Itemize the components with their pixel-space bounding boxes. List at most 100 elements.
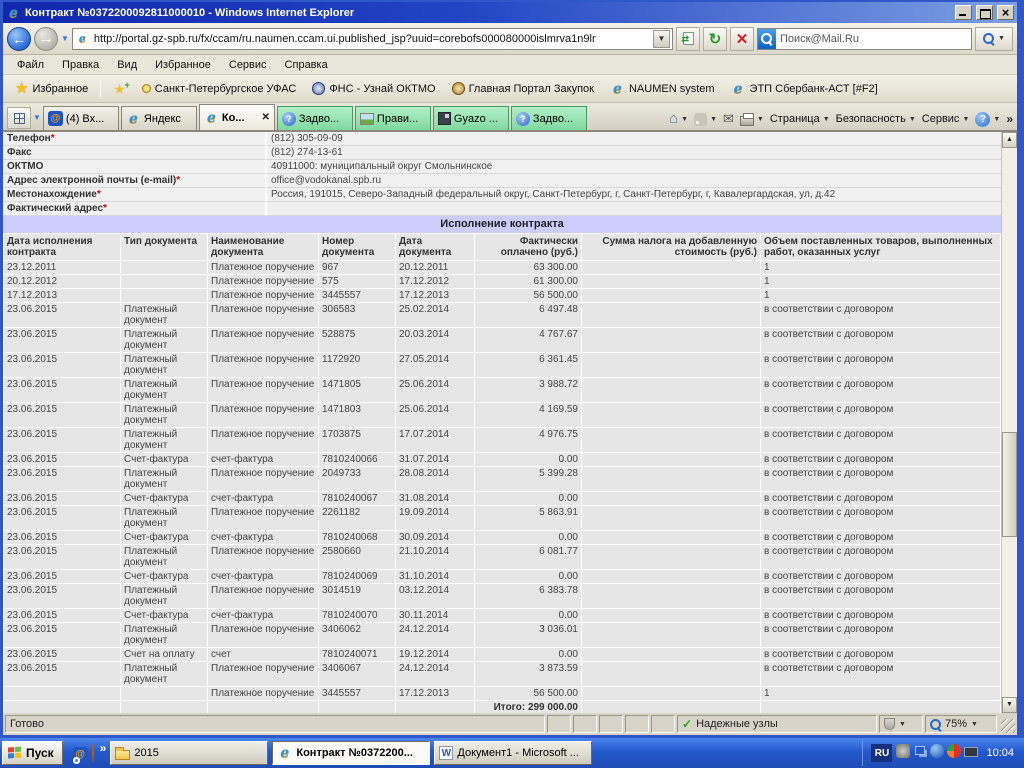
tab[interactable]: e Ко... ✕: [198, 104, 275, 130]
toolbar-overflow-chevron[interactable]: »: [1006, 112, 1013, 126]
tab[interactable]: ? Задво...: [510, 106, 587, 130]
quick-tabs-button[interactable]: [7, 107, 31, 129]
table-cell: 23.06.2015: [4, 428, 120, 452]
safety-menu-button[interactable]: Безопасность ▼: [836, 113, 916, 125]
tab-label: Gyazo ...: [453, 112, 498, 125]
star-icon: ★: [15, 79, 29, 97]
tab-close-icon[interactable]: ✕: [262, 112, 270, 123]
favorites-link[interactable]: e ЭТП Сбербанк-АСТ [#F2]: [727, 79, 882, 98]
tab-bar: ▼ @ (4) Вх... e Яндекс e Ко... ✕? Задво... Прави…: [3, 103, 1017, 131]
form-row: Местонахождение* Россия, 191015, Северо-З…: [3, 188, 1001, 202]
favorites-link[interactable]: Главная Портал Закупок: [448, 80, 598, 97]
favorites-link[interactable]: Санкт-Петербургское УФАС: [138, 81, 301, 97]
favorites-button[interactable]: ★ Избранное: [9, 80, 94, 98]
table-cell: в соответствии с договором: [761, 378, 1000, 402]
minimize-button[interactable]: [955, 5, 972, 20]
scroll-up-button[interactable]: ▲: [1002, 132, 1017, 148]
table-cell: 6 497.48: [475, 303, 581, 327]
safety-menu-label: Безопасность: [835, 113, 906, 125]
resize-grip[interactable]: [1001, 719, 1015, 733]
tab[interactable]: ? Задво...: [276, 106, 353, 130]
tab-list-dropdown[interactable]: ▼: [33, 113, 41, 122]
page-menu-label: Страница: [769, 113, 820, 125]
page-menu-button[interactable]: Страница ▼: [770, 113, 830, 125]
tools-menu-button[interactable]: Сервис ▼: [922, 113, 970, 125]
browser-viewport: Телефон* (812) 305-09-09 Факс (812) 274-13-…: [3, 131, 1017, 713]
vertical-scrollbar[interactable]: ▲ ▼: [1001, 132, 1017, 713]
table-cell: 23.06.2015: [4, 453, 120, 466]
recent-pages-dropdown[interactable]: ▼: [61, 34, 69, 43]
compatibility-button[interactable]: [676, 26, 700, 51]
question-icon: ?: [281, 111, 296, 126]
menu-item[interactable]: Правка: [54, 57, 107, 73]
read-mail-button[interactable]: ✉: [723, 111, 734, 127]
language-indicator[interactable]: RU: [871, 744, 893, 762]
tab-label: Задво...: [298, 112, 340, 125]
search-input[interactable]: Поиск@Mail.Ru: [757, 27, 972, 50]
favorites-link-label: ФНС - Узнай ОКТМО: [329, 82, 436, 95]
quick-launch-firefox-icon[interactable]: [91, 743, 94, 762]
print-button[interactable]: ▼: [739, 112, 764, 126]
column-header: Номер документа: [319, 234, 395, 260]
menu-item[interactable]: Файл: [9, 57, 52, 73]
favorites-link[interactable]: e NAUMEN system: [606, 79, 719, 98]
search-button[interactable]: ▼: [975, 26, 1013, 51]
quick-tabs-icon: [13, 112, 25, 124]
add-favorite-button[interactable]: ★: [107, 78, 132, 98]
scrollbar-thumb[interactable]: [1002, 432, 1017, 537]
back-button[interactable]: ←: [7, 26, 31, 51]
home-button[interactable]: ⌂ ▼: [669, 111, 688, 126]
help-button[interactable]: ? ▼: [975, 111, 1000, 127]
favorites-link-label: ЭТП Сбербанк-АСТ [#F2]: [749, 82, 878, 95]
mailru-icon: @: [47, 111, 63, 126]
stop-button[interactable]: ✕: [730, 26, 754, 51]
table-cell: Платежное поручение: [208, 506, 318, 530]
tab[interactable]: @ (4) Вх...: [42, 106, 119, 130]
table-row: 23.06.2015 Платежный документ Платежное по…: [4, 403, 1000, 427]
maximize-button[interactable]: [976, 5, 993, 20]
quick-launch-overflow-chevron[interactable]: »: [100, 741, 107, 755]
table-cell: 967: [319, 261, 395, 274]
table-cell: Счет-фактура: [121, 453, 207, 466]
folder-icon: [115, 746, 131, 760]
browser-window: e Контракт №0372200092811000010 - Window…: [0, 0, 1024, 738]
menu-item[interactable]: Сервис: [221, 57, 275, 73]
compatibility-icon: [682, 32, 694, 45]
tray-antivirus-icon[interactable]: [947, 743, 962, 763]
picture-icon: [359, 112, 374, 125]
favorites-link[interactable]: ФНС - Узнай ОКТМО: [308, 80, 439, 97]
tray-network-icon[interactable]: [913, 744, 927, 762]
tray-globe-icon[interactable]: [930, 743, 945, 763]
form-row: Фактический адрес*: [3, 202, 1001, 216]
table-cell: 3 988.72: [475, 378, 581, 402]
feeds-button[interactable]: ▼: [694, 112, 717, 126]
close-button[interactable]: [997, 5, 1014, 20]
protected-mode-pane[interactable]: ▼: [879, 715, 923, 733]
taskbar-button[interactable]: e Контракт №0372200...: [272, 741, 431, 765]
menu-item[interactable]: Избранное: [147, 57, 219, 73]
table-cell: 30.11.2014: [396, 609, 474, 622]
forward-button[interactable]: →: [34, 26, 58, 51]
table-cell: [582, 467, 760, 491]
tray-display-icon[interactable]: [964, 744, 979, 762]
address-dropdown[interactable]: ▼: [653, 29, 670, 48]
address-bar[interactable]: e http://portal.gz-spb.ru/fx/ccam/ru.nau…: [71, 27, 673, 50]
tab[interactable]: Прави...: [354, 106, 431, 130]
table-cell: [582, 609, 760, 622]
tray-gear-icon[interactable]: [896, 743, 911, 763]
taskbar-button[interactable]: W Документ1 - Microsoft ...: [434, 741, 593, 765]
table-row: 23.06.2015 Платежный документ Платежное по…: [4, 428, 1000, 452]
menu-item[interactable]: Вид: [109, 57, 145, 73]
menu-item[interactable]: Справка: [277, 57, 336, 73]
column-header: Фактически оплачено (руб.): [475, 234, 581, 260]
table-cell: Платежное поручение: [208, 467, 318, 491]
scroll-down-button[interactable]: ▼: [1002, 697, 1017, 713]
zoom-level: 75%: [945, 718, 968, 730]
start-button[interactable]: Пуск: [2, 741, 63, 765]
tab[interactable]: e Яндекс: [120, 106, 197, 130]
zoom-control[interactable]: 75% ▼: [925, 715, 997, 733]
taskbar-button[interactable]: 2015: [110, 741, 269, 765]
tab[interactable]: Gyazo ...: [432, 106, 509, 130]
table-cell: [121, 261, 207, 274]
refresh-button[interactable]: ↻: [703, 26, 727, 51]
